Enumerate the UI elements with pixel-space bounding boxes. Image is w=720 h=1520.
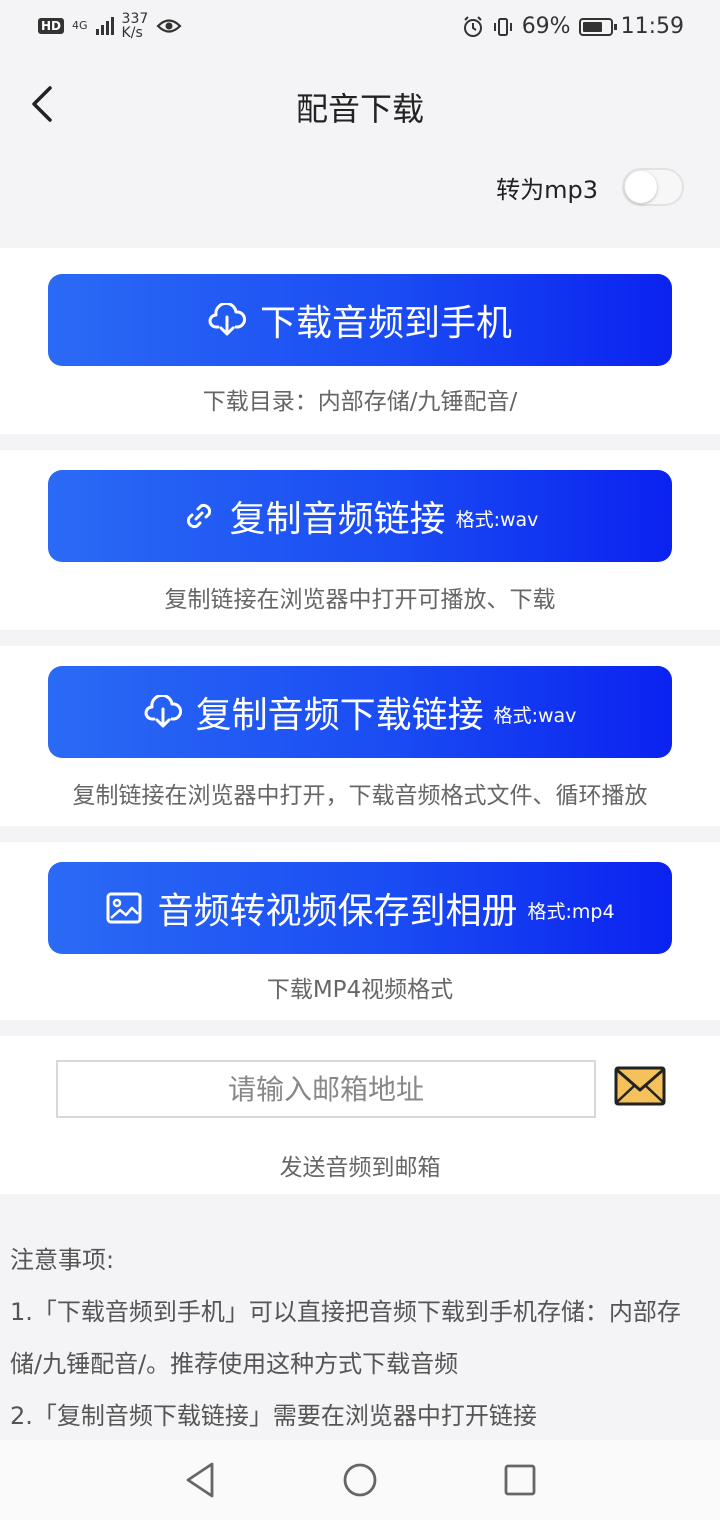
button-label: 音频转视频保存到相册 <box>157 891 518 932</box>
copy-download-link-button[interactable]: 复制音频下载链接 格式:wav <box>48 666 672 758</box>
format-tag: 格式:wav <box>455 508 539 531</box>
download-directory-note: 下载目录：内部存储/九锤配音/ <box>202 389 518 415</box>
status-bar: HD 4G 337 K/s 69% 11:59 <box>0 0 720 62</box>
clock: 11:59 <box>620 14 684 39</box>
notice-item: 1.「下载音频到手机」可以直接把音频下载到手机存储：内部存储/九锤配音/。推荐使… <box>10 1298 681 1378</box>
network-type: 4G <box>72 19 88 32</box>
network-speed: 337 K/s <box>122 12 149 40</box>
notices-heading: 注意事项: <box>10 1246 115 1274</box>
cloud-download-icon <box>208 303 246 336</box>
toggle-knob <box>625 171 657 203</box>
save-video-card: 音频转视频保存到相册 格式:mp4 下载MP4视频格式 <box>0 842 720 1020</box>
battery-icon <box>578 17 617 36</box>
button-label: 复制音频链接 <box>229 499 446 540</box>
image-icon <box>106 892 142 924</box>
email-input[interactable] <box>56 1060 596 1118</box>
convert-mp3-label: 转为mp3 <box>496 175 598 204</box>
button-label: 下载音频到手机 <box>259 303 512 344</box>
save-video-note: 下载MP4视频格式 <box>266 977 454 1003</box>
download-to-phone-button[interactable]: 下载音频到手机 <box>48 274 672 366</box>
notices-section: 注意事项: 1.「下载音频到手机」可以直接把音频下载到手机存储：内部存储/九锤配… <box>0 1196 720 1440</box>
signal-icon <box>95 17 114 35</box>
button-label: 复制音频下载链接 <box>195 695 484 736</box>
envelope-icon[interactable] <box>612 1064 668 1108</box>
convert-mp3-row: 转为mp3 <box>496 168 684 206</box>
nav-home-icon[interactable] <box>338 1458 382 1502</box>
hd-badge: HD <box>38 18 65 34</box>
cloud-download-icon <box>144 695 182 728</box>
alarm-icon <box>463 15 482 37</box>
top-bar: 配音下载 <box>0 62 720 148</box>
page-title: 配音下载 <box>295 90 424 128</box>
notice-item: 2.「复制音频下载链接」需要在浏览器中打开链接 <box>10 1402 537 1430</box>
status-left: HD 4G 337 K/s <box>38 12 182 40</box>
system-nav-bar <box>0 1440 720 1520</box>
format-tag: 格式:wav <box>493 704 577 727</box>
format-tag: 格式:mp4 <box>527 900 615 923</box>
copy-link-card: 复制音频链接 格式:wav 复制链接在浏览器中打开可播放、下载 <box>0 450 720 630</box>
status-right: 69% 11:59 <box>462 14 684 39</box>
link-icon <box>186 503 211 529</box>
battery-percent: 69% <box>521 14 571 39</box>
nav-back-icon[interactable] <box>178 1458 222 1502</box>
copy-download-link-note: 复制链接在浏览器中打开，下载音频格式文件、循环播放 <box>72 783 648 809</box>
send-email-note: 发送音频到邮箱 <box>279 1155 441 1181</box>
vibrate-icon <box>493 17 512 36</box>
eye-icon <box>156 19 182 33</box>
download-card: 下载音频到手机 下载目录：内部存储/九锤配音/ <box>0 248 720 434</box>
copy-link-note: 复制链接在浏览器中打开可播放、下载 <box>164 587 556 613</box>
convert-mp3-toggle[interactable] <box>622 168 684 206</box>
nav-recents-icon[interactable] <box>498 1458 542 1502</box>
speed-unit: K/s <box>121 25 143 41</box>
copy-audio-link-button[interactable]: 复制音频链接 格式:wav <box>48 470 672 562</box>
save-video-to-album-button[interactable]: 音频转视频保存到相册 格式:mp4 <box>48 862 672 954</box>
copy-download-link-card: 复制音频下载链接 格式:wav 复制链接在浏览器中打开，下载音频格式文件、循环播… <box>0 646 720 826</box>
